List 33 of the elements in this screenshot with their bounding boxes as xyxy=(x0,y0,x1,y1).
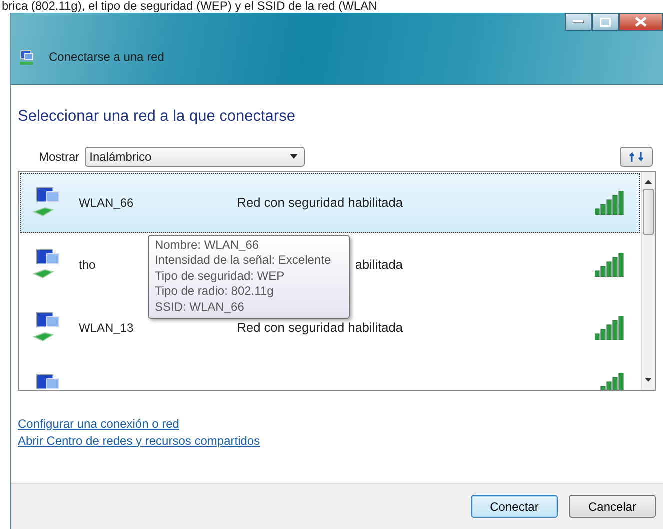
minimize-button[interactable] xyxy=(565,13,592,31)
selected-row-highlight[interactable]: WLAN_66 Red con seguridad habilitada xyxy=(20,172,640,233)
scrollbar-thumb[interactable] xyxy=(643,188,654,235)
caption-text: brica (802.11g), el tipo de seguridad (WEP) y el SSID de la red (WLAN xyxy=(2,0,378,13)
scrollbar[interactable] xyxy=(641,172,655,390)
heading: Seleccionar una red a la que conectarse xyxy=(18,108,296,127)
network-status: abilitada xyxy=(355,257,403,272)
scroll-down-icon[interactable] xyxy=(645,378,652,382)
network-name: WLAN_13 xyxy=(79,320,135,337)
filter-dropdown[interactable]: Inalámbrico xyxy=(84,146,305,167)
dialog-button[interactable]: Cancelar xyxy=(569,495,656,518)
close-icon xyxy=(635,17,647,27)
tooltip: Nombre: WLAN_66 Intensidad de la señal: Excelente Tipo de seguridad: WEP Tipo de radio: 802.11g SSID: WLAN_66 xyxy=(148,234,350,320)
close-button[interactable] xyxy=(619,13,663,31)
window-title: Conectarse a una red xyxy=(49,49,164,66)
signal-icon xyxy=(595,316,625,340)
refresh-icon xyxy=(628,150,644,163)
caret-icon xyxy=(290,154,298,160)
signal-icon xyxy=(595,190,625,215)
maximize-button[interactable] xyxy=(592,13,619,31)
scroll-up-icon[interactable] xyxy=(645,180,652,184)
maximize-icon xyxy=(600,18,611,26)
network-status: Red con seguridad habilitada xyxy=(237,195,403,210)
network-status: Red con seguridad habilitada xyxy=(237,320,403,335)
link[interactable]: Configurar una conexión o red xyxy=(18,416,180,433)
minimize-icon xyxy=(573,20,584,24)
filter-label: Mostrar xyxy=(39,148,80,166)
dialog-button[interactable]: Conectar xyxy=(471,495,558,518)
network-name: WLAN_66 xyxy=(79,194,135,212)
network-icon xyxy=(19,50,35,66)
link[interactable]: Abrir Centro de redes y recursos compartidos xyxy=(18,432,260,450)
signal-icon xyxy=(595,252,625,277)
refresh-button[interactable] xyxy=(620,146,653,167)
